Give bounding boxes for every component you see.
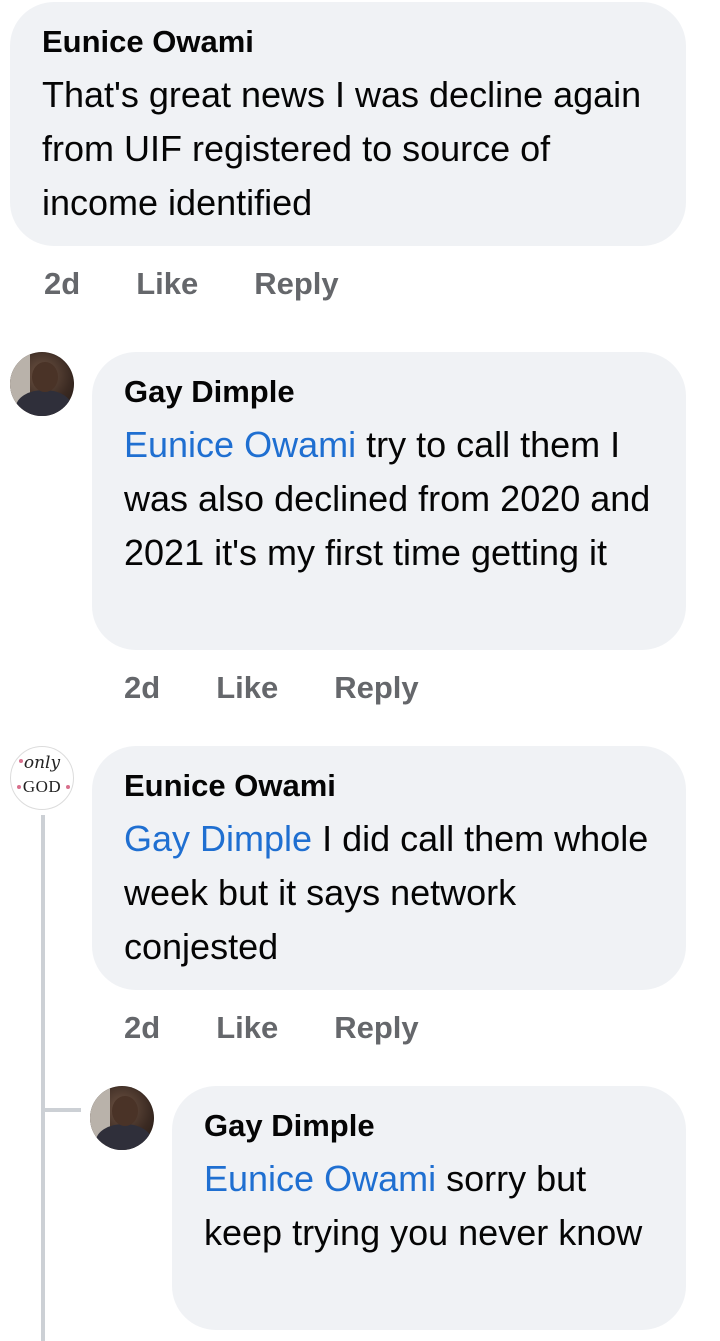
decorative-dot (17, 785, 21, 789)
comment-actions: 2d Like Reply (124, 670, 475, 706)
like-button[interactable]: Like (216, 670, 278, 706)
thread-line (41, 815, 45, 1341)
decorative-dot (66, 785, 70, 789)
comment-text: Eunice Owami try to call them I was also… (124, 424, 651, 573)
comment-author[interactable]: Gay Dimple (204, 1106, 654, 1146)
comment-bubble: Gay Dimple Eunice Owami try to call them… (92, 352, 686, 650)
comment-timestamp[interactable]: 2d (44, 266, 80, 302)
comment-timestamp[interactable]: 2d (124, 670, 160, 706)
comment-text: That's great news I was decline again fr… (42, 74, 642, 223)
avatar-text-only: only (23, 753, 61, 773)
comment-author[interactable]: Gay Dimple (124, 372, 654, 412)
comment-text: Eunice Owami sorry but keep trying you n… (204, 1158, 643, 1253)
comment-author[interactable]: Eunice Owami (124, 766, 654, 806)
avatar-shirt (96, 1124, 152, 1150)
comment-mention[interactable]: Gay Dimple (124, 818, 312, 859)
like-button[interactable]: Like (136, 266, 198, 302)
reply-button[interactable]: Reply (334, 670, 418, 706)
like-button[interactable]: Like (216, 1010, 278, 1046)
comment-bubble: Eunice Owami That's great news I was dec… (10, 2, 686, 246)
comment-timestamp[interactable]: 2d (124, 1010, 160, 1046)
comment-mention[interactable]: Eunice Owami (124, 424, 356, 465)
reply-button[interactable]: Reply (334, 1010, 418, 1046)
avatar-shirt (16, 390, 72, 416)
comment-actions: 2d Like Reply (124, 1010, 475, 1046)
comment-actions: 2d Like Reply (44, 266, 395, 302)
reply-button[interactable]: Reply (254, 266, 338, 302)
decorative-dot (19, 759, 23, 763)
comment-bubble: Eunice Owami Gay Dimple I did call them … (92, 746, 686, 990)
avatar-face (32, 362, 58, 392)
avatar[interactable]: only GOD (10, 746, 74, 810)
comment-author[interactable]: Eunice Owami (42, 22, 654, 62)
comment-bubble: Gay Dimple Eunice Owami sorry but keep t… (172, 1086, 686, 1330)
thread-connector (41, 1108, 81, 1112)
comment-text: Gay Dimple I did call them whole week bu… (124, 818, 649, 967)
comment-mention[interactable]: Eunice Owami (204, 1158, 436, 1199)
avatar-face (112, 1096, 138, 1126)
avatar[interactable] (90, 1086, 154, 1150)
avatar[interactable] (10, 352, 74, 416)
